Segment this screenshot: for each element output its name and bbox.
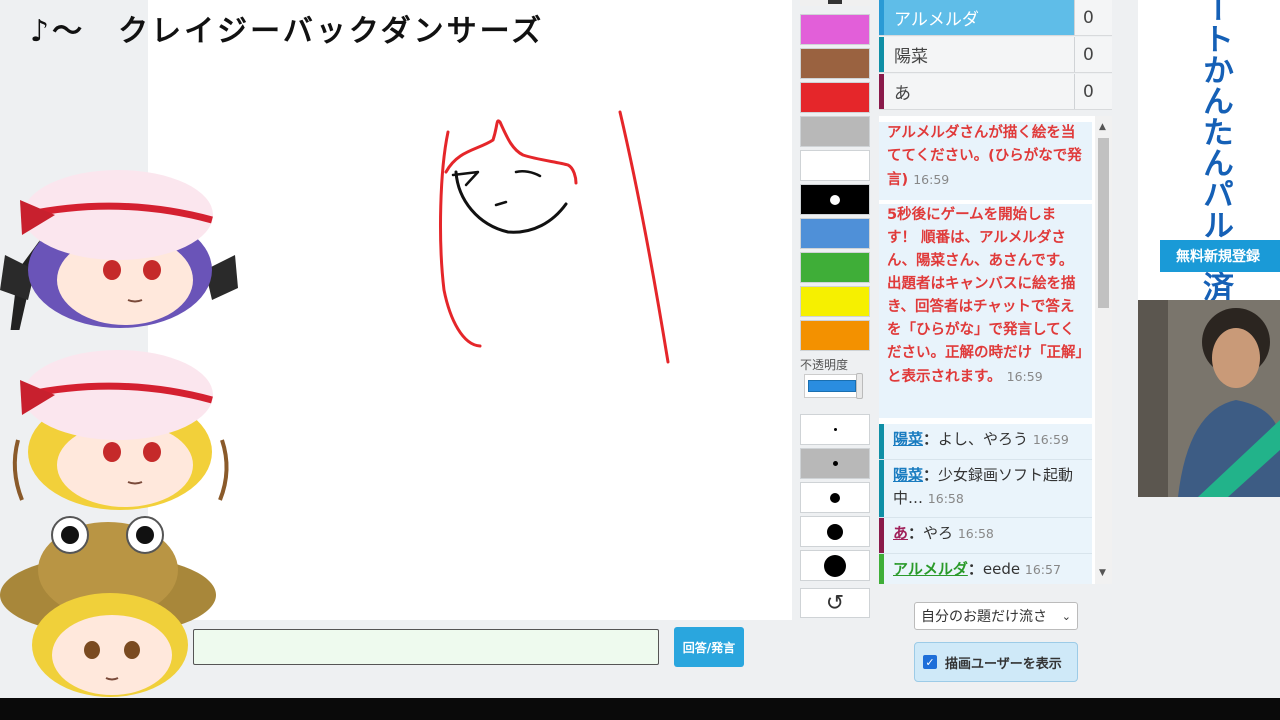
message-time: 16:58	[957, 526, 994, 541]
undo-icon: ↺	[825, 590, 845, 616]
player-row: 陽菜 0	[879, 37, 1112, 73]
chat-message: 陽菜：よし、やろう 16:59	[879, 424, 1092, 460]
chat-text: やろ	[923, 524, 954, 542]
opacity-slider-thumb[interactable]	[856, 373, 863, 399]
hair-right-stroke	[618, 110, 670, 364]
brush-dot-icon	[827, 523, 843, 540]
color-swatch-brown[interactable]	[800, 48, 870, 79]
hair-left-stroke	[439, 130, 482, 348]
selected-color-indicator	[830, 194, 840, 205]
system-message: 5秒後にゲームを開始します！ 順番は、アルメルダさん、陽菜さん、あさんです。出題…	[879, 204, 1092, 418]
show-draw-user-toggle[interactable]: ✓ 描画ユーザーを表示	[914, 642, 1078, 682]
chat-log[interactable]: アルメルダさんが描く絵を当ててください。(ひらがなで発言) 16:59 5秒後に…	[879, 116, 1112, 584]
chat-text: よし、やろう	[938, 430, 1029, 448]
answer-submit-button[interactable]: 回答/発言	[674, 627, 744, 667]
chat-username[interactable]: 陽菜	[893, 430, 923, 448]
chat-username[interactable]: アルメルダ	[893, 560, 968, 578]
color-swatch-red[interactable]	[800, 82, 870, 113]
player-row: アルメルダ 0	[879, 0, 1112, 36]
chat-message: 陽菜：少女録画ソフト起動中… 16:58	[879, 460, 1092, 518]
message-time: 16:57	[1024, 562, 1061, 577]
advertisement[interactable]: ートかんたんパル決済 無料新規登録	[1138, 0, 1280, 497]
color-swatch-pink[interactable]	[800, 14, 870, 45]
brush-dot-icon	[824, 554, 846, 577]
song-title: ♪～ クレイジーバックダンサーズ	[30, 14, 545, 49]
brush-size-xs[interactable]	[800, 414, 870, 445]
message-time: 16:58	[927, 491, 964, 506]
chat-message: あ：やろ 16:58	[879, 518, 1092, 554]
video-bottom-bar	[0, 698, 1280, 720]
player-name: あ	[894, 84, 911, 104]
system-message-text: 5秒後にゲームを開始します！ 順番は、アルメルダさん、陽菜さん、あさんです。出題…	[887, 207, 1083, 385]
system-message: アルメルダさんが描く絵を当ててください。(ひらがなで発言) 16:59	[879, 122, 1092, 200]
chat-username[interactable]: あ	[893, 524, 908, 542]
brush-size-xl[interactable]	[800, 550, 870, 581]
right-eye-stroke	[514, 169, 542, 178]
chat-text: eede	[982, 560, 1021, 578]
opacity-slider[interactable]	[804, 373, 863, 399]
player-score: 0	[1074, 37, 1112, 72]
color-swatch-white[interactable]	[800, 150, 870, 181]
message-time: 16:59	[1006, 369, 1043, 384]
brush-dot-icon	[832, 461, 838, 466]
player-row: あ 0	[879, 74, 1112, 110]
chat-scrollbar[interactable]: ▲ ▼	[1095, 116, 1112, 584]
brush-dot-icon	[830, 492, 840, 503]
ad-photo	[1138, 300, 1280, 497]
scroll-up-icon[interactable]: ▲	[1099, 122, 1106, 132]
message-color-bar	[879, 518, 884, 553]
player-name: 陽菜	[894, 47, 928, 67]
ad-cta-button[interactable]: 無料新規登録	[1160, 240, 1280, 272]
topic-filter-select[interactable]: 自分のお題だけ流さ ⌄	[914, 602, 1078, 630]
answer-input[interactable]	[193, 629, 659, 665]
color-swatch-orange[interactable]	[800, 320, 870, 351]
player-score: 0	[1074, 0, 1112, 35]
message-color-bar	[879, 554, 884, 584]
player-score: 0	[1074, 74, 1112, 109]
topic-filter-value: 自分のお題だけ流さ	[921, 609, 1047, 625]
palette-top-edge	[800, 0, 870, 6]
checkbox-checked-icon[interactable]: ✓	[923, 655, 937, 669]
message-color-bar	[879, 460, 884, 517]
color-swatch-black[interactable]	[800, 184, 870, 215]
chat-username[interactable]: 陽菜	[893, 466, 923, 484]
opacity-label: 不透明度	[800, 358, 849, 372]
canvas-drawing	[439, 110, 670, 364]
show-draw-user-label: 描画ユーザーを表示	[945, 656, 1062, 672]
brush-dot-icon	[833, 428, 837, 431]
message-time: 16:59	[913, 172, 950, 187]
suwako-avatar	[0, 516, 216, 697]
brush-size-m[interactable]	[800, 482, 870, 513]
message-color-bar	[879, 424, 884, 459]
brush-size-s[interactable]	[800, 448, 870, 479]
chat-message: アルメルダ：eede 16:57	[879, 554, 1092, 584]
face-outline-stroke	[454, 170, 568, 234]
color-swatch-blue[interactable]	[800, 218, 870, 249]
message-time: 16:59	[1032, 432, 1069, 447]
scroll-down-icon[interactable]: ▼	[1099, 568, 1106, 578]
flandre-avatar	[12, 350, 229, 510]
ad-person-image	[1138, 300, 1280, 497]
undo-button[interactable]: ↺	[800, 588, 870, 618]
opacity-slider-fill	[808, 380, 856, 392]
color-swatch-gray[interactable]	[800, 116, 870, 147]
remilia-avatar	[0, 170, 238, 330]
chat-scrollbar-thumb[interactable]	[1098, 138, 1109, 308]
color-swatch-green[interactable]	[800, 252, 870, 283]
color-swatch-yellow[interactable]	[800, 286, 870, 317]
player-name: アルメルダ	[894, 10, 979, 30]
mouth-stroke	[494, 200, 508, 207]
brush-size-l[interactable]	[800, 516, 870, 547]
chevron-down-icon: ⌄	[1061, 609, 1071, 623]
